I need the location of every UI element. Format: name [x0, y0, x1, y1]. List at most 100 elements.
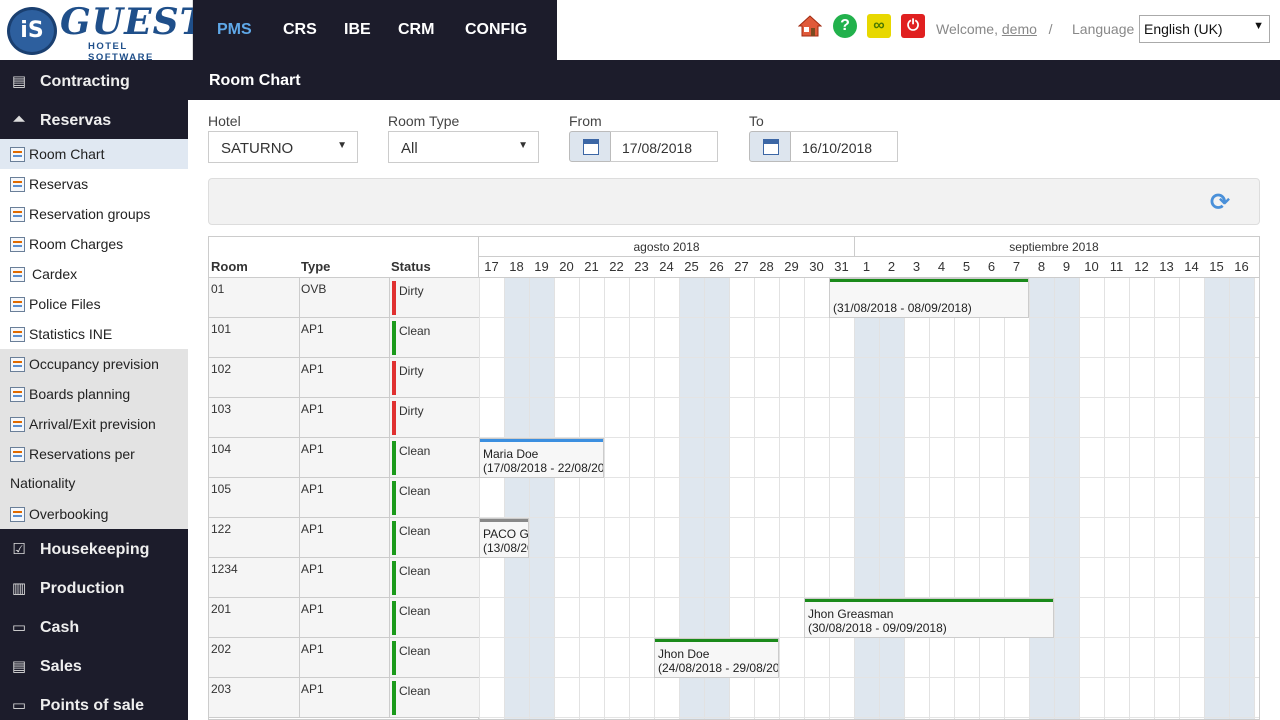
day-header: 11: [1109, 259, 1124, 274]
room-number: 102: [211, 362, 232, 376]
room-row[interactable]: 101 AP1 Clean: [209, 318, 479, 358]
from-calendar-button[interactable]: [569, 131, 611, 162]
day-header: 30: [809, 259, 824, 274]
room-number: 103: [211, 402, 232, 416]
nav-config[interactable]: CONFIG: [465, 21, 527, 39]
room-type: AP1: [301, 522, 324, 536]
sidebar-item-reservation-groups[interactable]: Reservation groups: [0, 199, 188, 229]
nav-crm[interactable]: CRM: [398, 21, 434, 39]
reservation-guest: Jhon Doe: [658, 647, 710, 661]
home-icon[interactable]: [798, 14, 822, 38]
sidebar-item-occupancy-prevision[interactable]: Occupancy prevision: [0, 349, 188, 379]
hotel-select[interactable]: SATURNO ▼: [208, 131, 358, 163]
from-date-input[interactable]: 17/08/2018: [610, 131, 718, 162]
cell-divider: [389, 638, 390, 678]
status-indicator: [392, 681, 396, 715]
cloud-upload-icon: ⏶: [12, 111, 25, 128]
logo-name: GUEST: [60, 1, 208, 43]
room-number: 105: [211, 482, 232, 496]
room-row[interactable]: 203 AP1 Clean: [209, 678, 479, 718]
room-number: 203: [211, 682, 232, 696]
cell-divider: [299, 318, 300, 358]
link-icon[interactable]: ∞: [867, 14, 891, 38]
reservation-block[interactable]: Maria Doe(17/08/2018 - 22/08/2018): [479, 438, 604, 478]
weekend-column: [1054, 278, 1079, 719]
reservation-block[interactable]: PACO GILBERTO(13/08/2018 - 19/08/2018): [479, 518, 529, 558]
sidebar-item-police-files[interactable]: Police Files: [0, 289, 188, 319]
cell-divider: [389, 278, 390, 318]
weekend-column: [504, 278, 529, 719]
room-row[interactable]: 201 AP1 Clean: [209, 598, 479, 638]
day-column: [1104, 278, 1129, 719]
day-header: 8: [1037, 259, 1046, 274]
monitor-icon: ▭: [11, 697, 27, 714]
refresh-icon[interactable]: ⟳: [1207, 190, 1233, 216]
sidebar-item-nationality-wrap[interactable]: Nationality: [0, 469, 188, 499]
edit-icon: [10, 447, 25, 462]
room-row[interactable]: 104 AP1 Clean: [209, 438, 479, 478]
nav-pms[interactable]: PMS: [217, 21, 252, 39]
sidebar-item-reservas[interactable]: Reservas: [0, 169, 188, 199]
room-chart-grid: Room Type Status agosto 2018 septiembre 2…: [208, 236, 1260, 720]
sidebar-section-housekeeping[interactable]: ☑ Housekeeping: [0, 530, 188, 569]
help-icon[interactable]: ?: [833, 14, 857, 38]
to-date-input[interactable]: 16/10/2018: [790, 131, 898, 162]
sidebar-section-production[interactable]: ▥ Production: [0, 569, 188, 608]
reservation-block[interactable]: Jhon Doe(24/08/2018 - 29/08/2018): [654, 638, 779, 678]
sidebar-item-room-charges[interactable]: Room Charges: [0, 229, 188, 259]
room-row[interactable]: 103 AP1 Dirty: [209, 398, 479, 438]
reservation-guest: PACO GILBERTO: [483, 527, 529, 541]
sidebar-section-points-of-sale[interactable]: ▭ Points of sale: [0, 686, 188, 720]
weekend-column: [1029, 278, 1054, 719]
status-indicator: [392, 521, 396, 555]
room-row[interactable]: 102 AP1 Dirty: [209, 358, 479, 398]
cell-divider: [299, 598, 300, 638]
sidebar-section-cash[interactable]: ▭ Cash: [0, 608, 188, 647]
status-indicator: [392, 641, 396, 675]
reservation-block[interactable]: (31/08/2018 - 08/09/2018): [829, 278, 1029, 318]
day-header: 12: [1134, 259, 1149, 274]
sidebar-item-overbooking[interactable]: Overbooking: [0, 499, 188, 529]
day-header: 13: [1159, 259, 1174, 274]
status-indicator: [392, 561, 396, 595]
room-type-select[interactable]: All ▼: [388, 131, 539, 163]
day-header: 10: [1084, 259, 1099, 274]
status-indicator: [392, 321, 396, 355]
day-header: 29: [784, 259, 799, 274]
sidebar-item-arrival-exit-prevision[interactable]: Arrival/Exit prevision: [0, 409, 188, 439]
logo[interactable]: iS GUEST HOTEL SOFTWARE: [0, 0, 206, 63]
cell-divider: [389, 598, 390, 638]
sidebar-item-reservations-per-nationality[interactable]: Reservations per: [0, 439, 188, 469]
language-select[interactable]: English (UK) ▼: [1139, 15, 1270, 43]
sidebar-section-reservas[interactable]: ⏶ Reservas: [0, 101, 188, 140]
sidebar-item-cardex[interactable]: Cardex: [0, 259, 188, 289]
cell-divider: [389, 358, 390, 398]
sidebar-item-boards-planning[interactable]: Boards planning: [0, 379, 188, 409]
reservation-dates: (30/08/2018 - 09/09/2018): [808, 621, 947, 635]
to-calendar-button[interactable]: [749, 131, 791, 162]
room-number: 101: [211, 322, 232, 336]
room-type: AP1: [301, 442, 324, 456]
cell-divider: [389, 518, 390, 558]
month-header: septiembre 2018: [1009, 240, 1099, 254]
row-divider: [479, 677, 1259, 678]
user-link[interactable]: demo: [1002, 21, 1037, 37]
day-header: 2: [887, 259, 896, 274]
day-header: 28: [759, 259, 774, 274]
nav-crs[interactable]: CRS: [283, 21, 317, 39]
sidebar-section-contracting[interactable]: ▤ Contracting: [0, 62, 188, 101]
sidebar-item-room-chart[interactable]: Room Chart: [0, 139, 188, 169]
room-row[interactable]: 1234 AP1 Clean: [209, 558, 479, 598]
sidebar-item-statistics-ine[interactable]: Statistics INE: [0, 319, 188, 349]
room-row[interactable]: 202 AP1 Clean: [209, 638, 479, 678]
sidebar-section-sales[interactable]: ▤ Sales: [0, 647, 188, 686]
room-status: Clean: [399, 444, 431, 458]
room-row[interactable]: 105 AP1 Clean: [209, 478, 479, 518]
day-header: 21: [584, 259, 599, 274]
room-row[interactable]: 01 OVB Dirty: [209, 278, 479, 318]
room-status: Clean: [399, 484, 431, 498]
reservation-block[interactable]: Jhon Greasman (30/08/2018 - 09/09/2018): [804, 598, 1054, 638]
power-icon[interactable]: ⏻: [901, 14, 925, 38]
room-row[interactable]: 122 AP1 Clean: [209, 518, 479, 558]
nav-ibe[interactable]: IBE: [344, 21, 371, 39]
